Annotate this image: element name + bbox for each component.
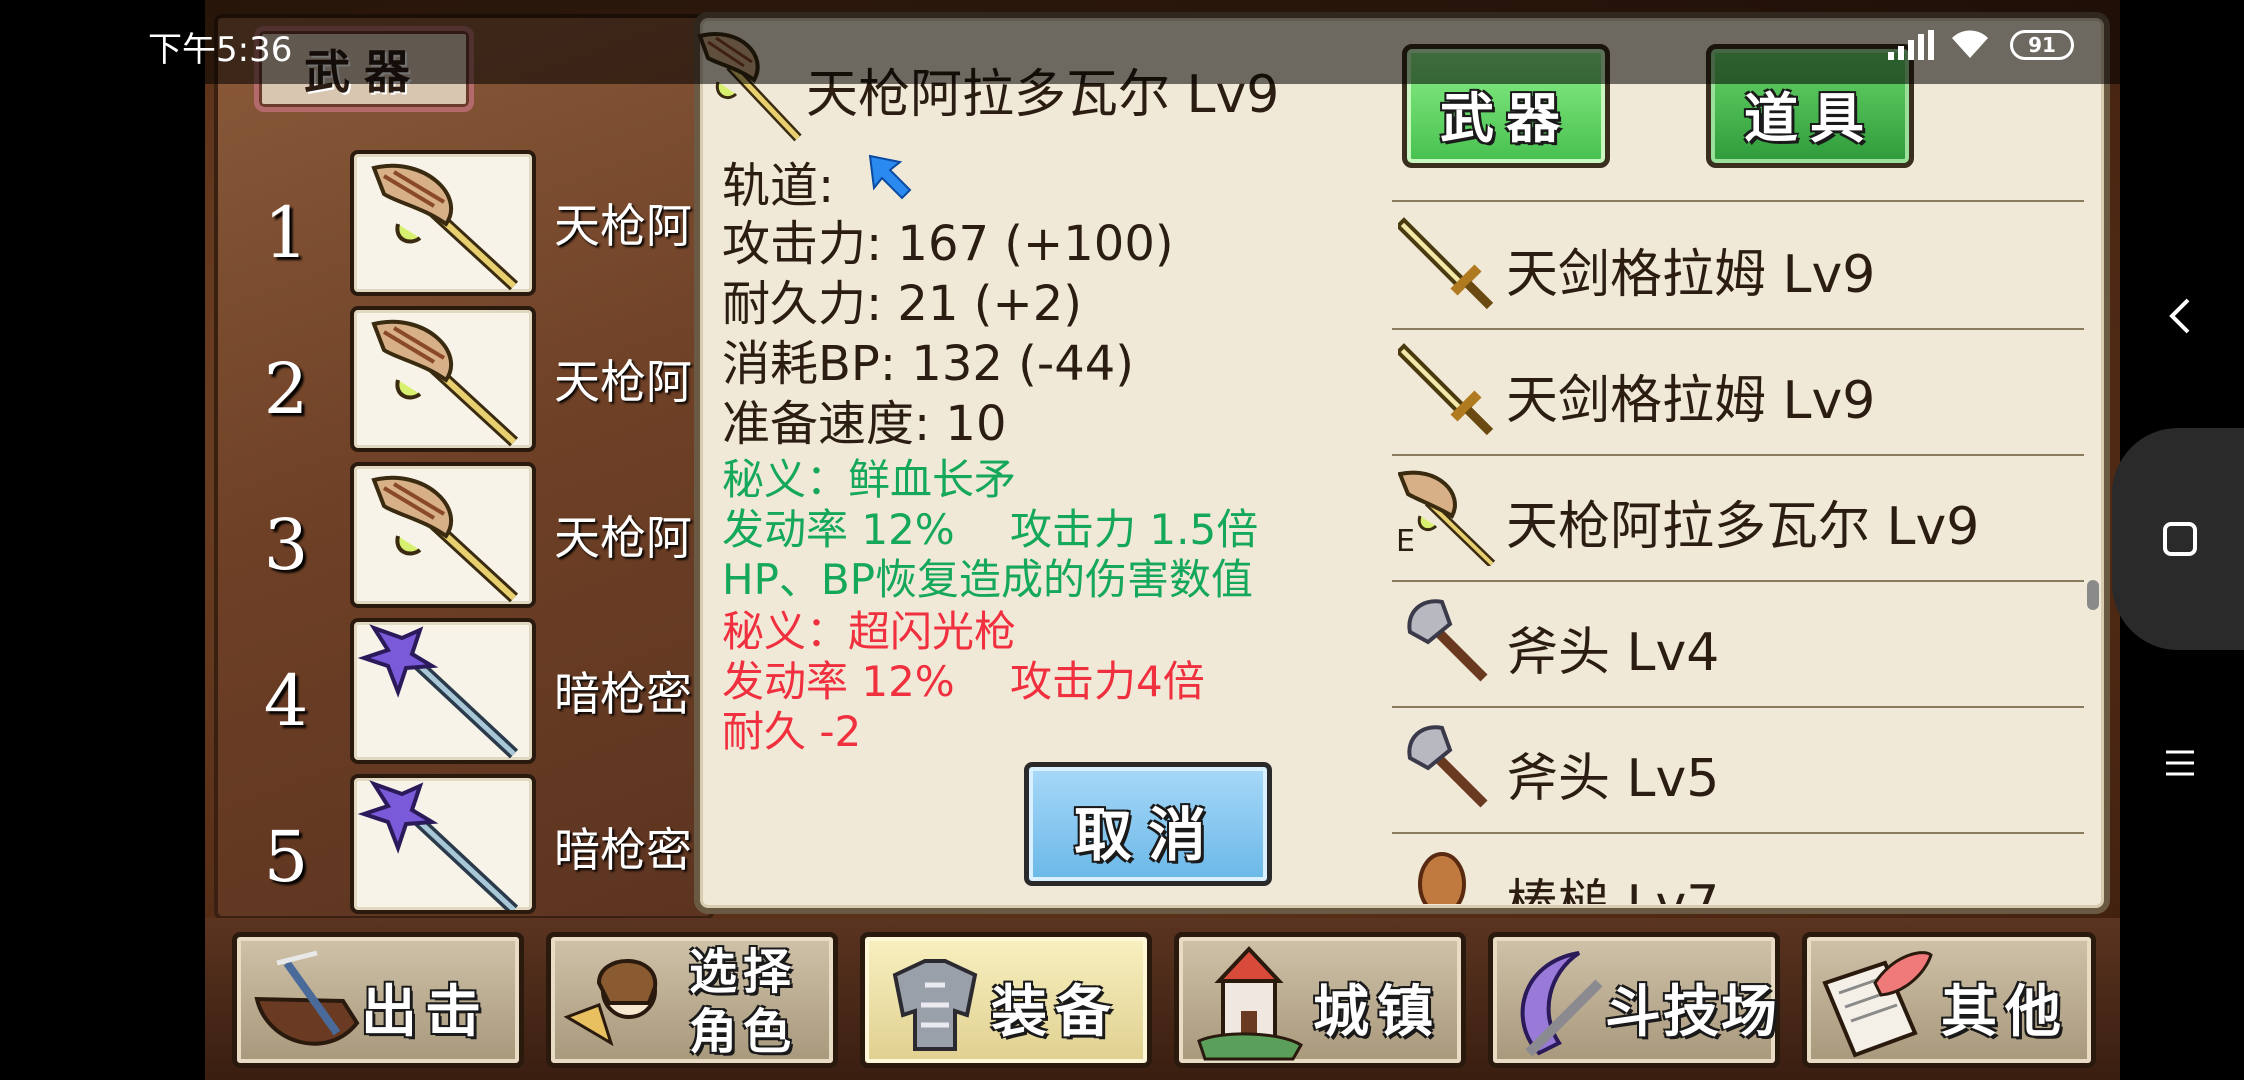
weapon-slot-name: 天枪阿 bbox=[554, 511, 692, 565]
nav-sortie-label: 出击 bbox=[361, 980, 489, 1045]
nav-arena-label: 斗技场 bbox=[1605, 980, 1779, 1045]
golden-spear-icon bbox=[371, 476, 519, 603]
status-time: 下午5:36 bbox=[148, 30, 293, 70]
weapon-slot-1[interactable] bbox=[350, 150, 536, 296]
nav-town-button[interactable]: 城镇 bbox=[1174, 932, 1466, 1068]
tab-weapons-label: 武器 bbox=[1440, 87, 1572, 150]
tab-items-label: 道具 bbox=[1744, 87, 1876, 150]
golden-spear-icon bbox=[371, 164, 519, 291]
list-item[interactable]: E 天枪阿拉多瓦尔 Lv9 bbox=[1392, 454, 2084, 582]
character-icon bbox=[563, 959, 658, 1047]
nav-arena-button[interactable]: 斗技场 bbox=[1488, 932, 1780, 1068]
arrow-up-left-icon bbox=[868, 154, 912, 200]
sickle-icon bbox=[1520, 951, 1603, 1057]
skill2-effect: 耐久 -2 bbox=[722, 707, 862, 756]
list-item[interactable]: 斧头 Lv4 bbox=[1392, 580, 2084, 708]
inventory-item-name: 棒槌 Lv7 bbox=[1506, 862, 1719, 904]
wifi-icon bbox=[1952, 30, 1988, 58]
axe-icon bbox=[1407, 725, 1488, 808]
dark-spear-icon bbox=[357, 624, 519, 759]
axe-icon bbox=[1407, 599, 1488, 682]
inventory-item-name: 天剑格拉姆 Lv9 bbox=[1506, 245, 1876, 305]
stat-prepare-speed: 准备速度: 10 bbox=[722, 396, 1007, 452]
weapon-slot-name: 暗枪密 bbox=[554, 823, 692, 877]
weapon-slot-name: 暗枪密 bbox=[554, 667, 692, 721]
home-icon[interactable] bbox=[2163, 522, 2197, 556]
nav-select-role-label-1: 选择 bbox=[689, 944, 798, 1000]
inventory-item-name: 斧头 Lv4 bbox=[1506, 623, 1720, 683]
castle-icon bbox=[1197, 946, 1304, 1061]
slot-number: 2 bbox=[263, 348, 309, 430]
nav-other-label: 其他 bbox=[1941, 980, 2069, 1045]
golden-sword-icon bbox=[1398, 217, 1494, 310]
battery-indicator: 91 bbox=[2010, 30, 2074, 60]
nav-town-label: 城镇 bbox=[1313, 980, 1441, 1045]
inventory-item-name: 天枪阿拉多瓦尔 Lv9 bbox=[1506, 497, 1980, 557]
inventory-list[interactable]: 天剑格拉姆 Lv9 天剑格拉姆 Lv9 E 天枪阿拉多瓦尔 Lv9 斧头 Lv4 bbox=[1392, 190, 2084, 904]
list-item[interactable]: 斧头 Lv5 bbox=[1392, 706, 2084, 834]
weapon-slot-4[interactable] bbox=[350, 618, 536, 764]
list-item[interactable]: 天剑格拉姆 Lv9 bbox=[1392, 328, 2084, 456]
slot-number: 5 bbox=[263, 816, 309, 898]
weapon-slot-3[interactable] bbox=[350, 462, 536, 608]
weapon-slot-5[interactable] bbox=[350, 774, 536, 915]
nav-sortie-button[interactable]: 出击 bbox=[232, 932, 524, 1068]
armor-icon bbox=[892, 959, 978, 1051]
nav-other-button[interactable]: 其他 bbox=[1802, 932, 2096, 1068]
inventory-item-name: 斧头 Lv5 bbox=[1506, 749, 1720, 809]
nav-select-role-button[interactable]: 选择 角色 bbox=[546, 932, 838, 1068]
weapon-slot-name: 天枪阿 bbox=[554, 355, 692, 409]
dark-spear-icon bbox=[357, 780, 519, 915]
ship-icon bbox=[254, 950, 360, 1046]
golden-spear-icon bbox=[371, 320, 519, 447]
nav-equip-button[interactable]: 装备 bbox=[860, 932, 1152, 1068]
slot-number: 4 bbox=[263, 660, 309, 742]
slot-number: 1 bbox=[263, 192, 309, 274]
back-icon[interactable] bbox=[2166, 296, 2196, 336]
club-icon bbox=[1418, 852, 1466, 904]
list-item[interactable]: 天剑格拉姆 Lv9 bbox=[1392, 202, 2084, 330]
slot-number: 3 bbox=[263, 504, 309, 586]
equipped-mark: E bbox=[1396, 524, 1415, 559]
list-item[interactable]: 棒槌 Lv7 bbox=[1392, 832, 2084, 904]
weapon-slot-name: 天枪阿 bbox=[554, 199, 692, 253]
signal-icon bbox=[1888, 30, 1934, 60]
cancel-button-label: 取消 bbox=[1073, 801, 1222, 869]
weapon-slot-2[interactable] bbox=[350, 306, 536, 452]
recents-menu-icon[interactable] bbox=[2164, 748, 2196, 778]
golden-sword-icon bbox=[1398, 343, 1494, 436]
nav-select-role-label-2: 角色 bbox=[689, 1004, 798, 1060]
list-item-partial bbox=[1392, 190, 2084, 202]
nav-equip-label: 装备 bbox=[991, 980, 1119, 1045]
scroll-quill-icon bbox=[1822, 951, 1933, 1058]
inventory-item-name: 天剑格拉姆 Lv9 bbox=[1506, 371, 1876, 431]
inventory-scrollbar[interactable] bbox=[2087, 580, 2099, 610]
